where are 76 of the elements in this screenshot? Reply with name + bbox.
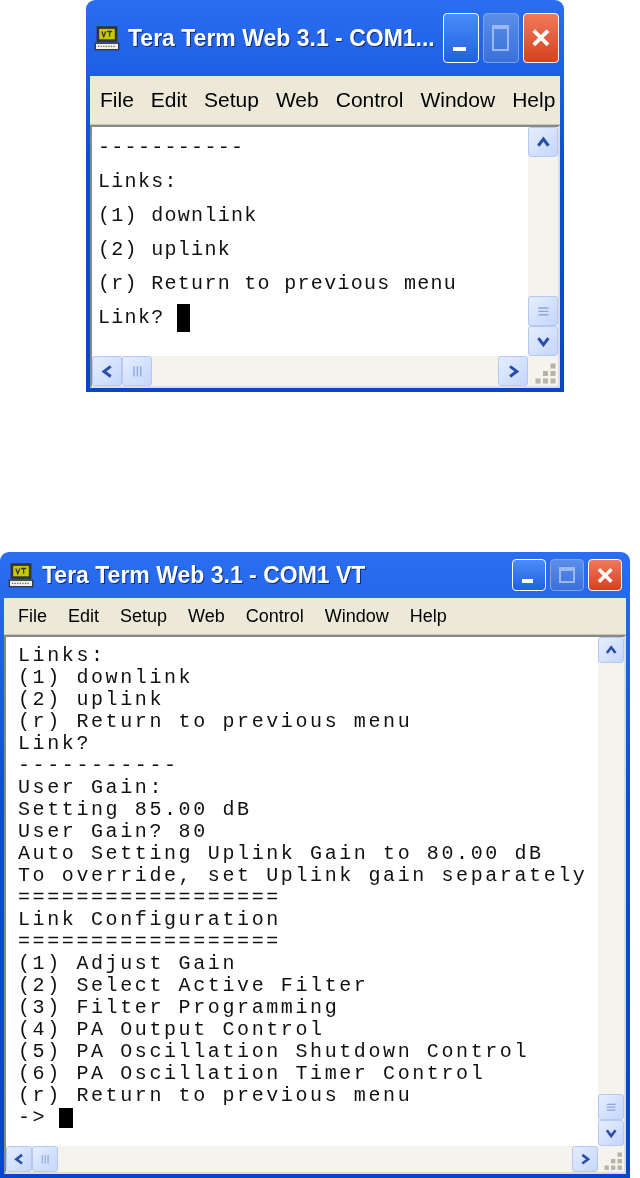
scroll-down-button[interactable]	[598, 1120, 624, 1146]
menu-item[interactable]: Control	[245, 605, 304, 627]
terminal-line: (1) downlink	[18, 667, 194, 689]
menu-item[interactable]: Edit	[150, 88, 188, 112]
window-title: Tera Term Web 3.1 - COM1...	[128, 24, 435, 52]
minimize-button[interactable]	[512, 559, 546, 591]
scroll-thumb[interactable]	[32, 1146, 58, 1172]
terminal-line: Auto Setting Uplink Gain to 80.00 dB	[18, 843, 544, 865]
terminal-line: User Gain:	[18, 777, 165, 799]
terminal-line: -----------	[98, 135, 245, 161]
terminal-line: Setting 85.00 dB	[18, 799, 252, 821]
terminal-line: (2) Select Active Filter	[18, 975, 369, 997]
terminal-line: (1) downlink	[98, 203, 258, 229]
scroll-thumb[interactable]	[598, 1094, 624, 1120]
scroll-right-button[interactable]	[498, 356, 528, 386]
vertical-scrollbar[interactable]	[528, 127, 558, 356]
terminal-line: Link?	[98, 305, 165, 331]
menu-item[interactable]: Help	[409, 605, 447, 627]
maximize-icon	[492, 24, 510, 52]
maximize-icon	[559, 566, 575, 584]
menu-item[interactable]: Setup	[120, 605, 168, 627]
terminal-line: Links:	[18, 645, 106, 667]
terminal-line: ->	[18, 1107, 48, 1129]
terminal-line: Link Configuration	[18, 909, 281, 931]
cursor-icon	[59, 1108, 74, 1128]
minimize-button[interactable]	[442, 13, 479, 63]
terminal-line: (4) PA Output Control	[18, 1019, 325, 1041]
scroll-left-button[interactable]	[6, 1146, 32, 1172]
menu-item[interactable]: Window	[420, 88, 496, 112]
menu-item[interactable]: Control	[335, 88, 404, 112]
menu-item[interactable]: Edit	[68, 605, 100, 627]
menu-item[interactable]: File	[18, 605, 47, 627]
resize-grip-icon[interactable]	[528, 356, 558, 386]
minimize-icon	[453, 47, 466, 52]
terminal-line: (r) Return to previous menu	[18, 1085, 413, 1107]
terminal-line: ==================	[18, 931, 281, 953]
terminal-line: (6) PA Oscillation Timer Control	[18, 1063, 486, 1085]
maximize-button[interactable]	[550, 559, 584, 591]
minimize-icon	[521, 579, 534, 584]
scroll-right-button[interactable]	[572, 1146, 598, 1172]
terminal-line: Links:	[98, 169, 178, 195]
terminal-line: (5) PA Oscillation Shutdown Control	[18, 1041, 530, 1063]
terminal-line: (r) Return to previous menu	[98, 271, 458, 297]
menu-item[interactable]: Web	[275, 88, 319, 112]
terminal-line: ==================	[18, 887, 281, 909]
close-button[interactable]	[522, 13, 559, 63]
close-button[interactable]	[588, 559, 622, 591]
computer-icon	[94, 25, 120, 51]
horizontal-scrollbar[interactable]	[92, 356, 528, 386]
scroll-up-button[interactable]	[598, 637, 624, 663]
scroll-up-button[interactable]	[528, 127, 558, 157]
menu-item[interactable]: Help	[512, 88, 556, 112]
terminal-line: (2) uplink	[18, 689, 165, 711]
computer-icon	[8, 562, 34, 588]
terminal-line: (r) Return to previous menu	[18, 711, 413, 733]
terminal-line: User Gain? 80	[18, 821, 208, 843]
terminal-line: Link?	[18, 733, 91, 755]
menu-item[interactable]: File	[100, 88, 134, 112]
scroll-thumb[interactable]	[528, 296, 558, 326]
terminal-line: -----------	[18, 755, 179, 777]
vertical-scrollbar[interactable]	[598, 637, 624, 1146]
menu-item[interactable]: Window	[324, 605, 389, 627]
resize-grip-icon[interactable]	[598, 1146, 624, 1172]
cursor-icon	[176, 304, 190, 332]
terminal-line: To override, set Uplink gain separately	[18, 865, 588, 887]
scroll-thumb[interactable]	[122, 356, 152, 386]
terminal-line: (3) Filter Programming	[18, 997, 340, 1019]
maximize-button[interactable]	[482, 13, 519, 63]
horizontal-scrollbar[interactable]	[6, 1146, 598, 1172]
window-title: Tera Term Web 3.1 - COM1 VT	[42, 561, 366, 589]
menu-item[interactable]: Web	[188, 605, 225, 627]
terminal-line: (1) Adjust Gain	[18, 953, 238, 975]
scroll-left-button[interactable]	[92, 356, 122, 386]
scroll-down-button[interactable]	[528, 326, 558, 356]
terminal-line: (2) uplink	[98, 237, 232, 263]
menu-item[interactable]: Setup	[204, 88, 259, 112]
